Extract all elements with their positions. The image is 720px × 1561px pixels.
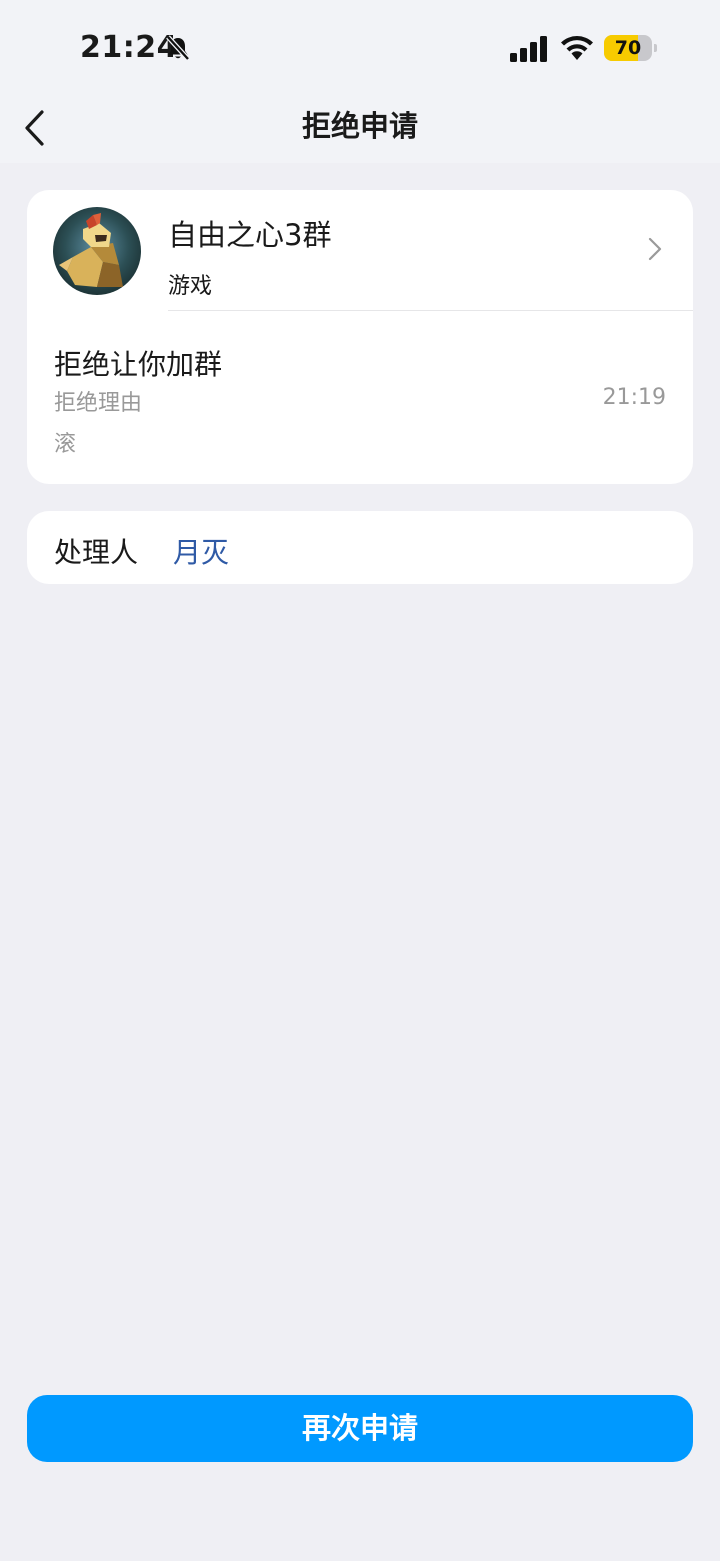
navigation-bar: 拒绝申请 — [0, 96, 720, 163]
group-avatar — [53, 207, 141, 295]
group-name: 自由之心3群 — [168, 218, 332, 252]
wifi-icon — [559, 34, 595, 62]
handler-name-link[interactable]: 月灭 — [173, 531, 229, 571]
request-status-title: 拒绝让你加群 — [54, 348, 223, 381]
group-info-card: 自由之心3群 游戏 拒绝让你加群 拒绝理由 21:19 滚 — [27, 190, 693, 484]
cellular-signal-icon — [510, 36, 550, 62]
battery-icon: 70 — [604, 35, 657, 61]
chevron-right-icon — [647, 236, 663, 262]
group-category: 游戏 — [168, 274, 213, 299]
reason-text: 滚 — [54, 432, 77, 457]
reason-label: 拒绝理由 — [54, 391, 143, 416]
handler-label: 处理人 — [54, 536, 139, 569]
battery-level-text: 70 — [614, 37, 642, 59]
handler-card: 处理人 月灭 — [27, 511, 693, 584]
bell-off-icon — [164, 34, 192, 62]
request-timestamp: 21:19 — [602, 385, 666, 410]
reapply-button[interactable]: 再次申请 — [27, 1395, 693, 1462]
status-bar: 21:24 70 — [0, 0, 720, 96]
divider — [168, 310, 693, 311]
page-title: 拒绝申请 — [301, 109, 418, 143]
